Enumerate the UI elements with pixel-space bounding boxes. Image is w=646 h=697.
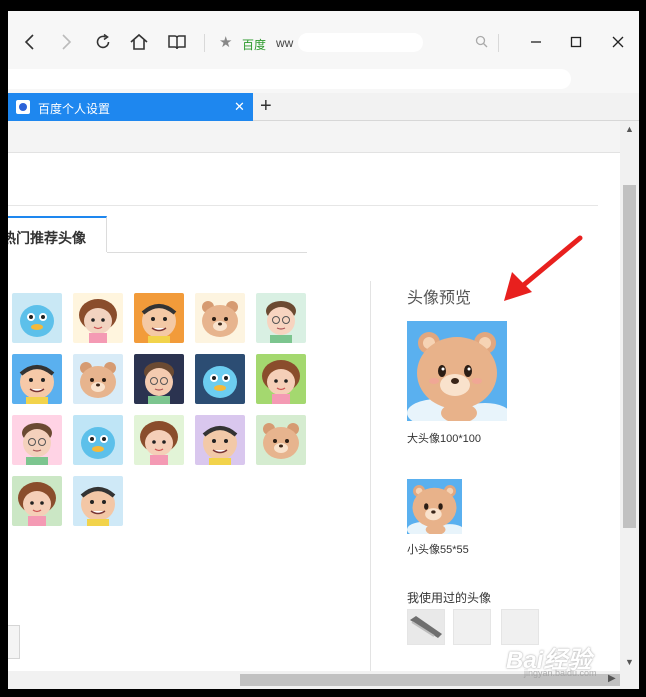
avatar-illustration <box>22 423 52 465</box>
vertical-divider <box>370 281 371 671</box>
forward-arrow-icon <box>62 34 72 50</box>
close-window-button[interactable] <box>608 32 628 52</box>
avatar-illustration <box>80 362 116 398</box>
reload-button[interactable] <box>92 31 114 53</box>
scroll-down-icon[interactable]: ▼ <box>625 657 634 667</box>
avatar-option[interactable] <box>134 354 184 404</box>
tab-baidu-settings[interactable]: 百度个人设置 ✕ <box>8 93 253 121</box>
avatar-option[interactable] <box>12 293 62 343</box>
small-avatar-caption: 小头像55*55 <box>407 544 469 556</box>
tab-underline <box>107 252 307 253</box>
page-header-band <box>8 121 620 153</box>
used-avatars-title: 我使用过的头像 <box>407 591 492 605</box>
tab-title: 百度个人设置 <box>38 102 111 116</box>
back-button[interactable] <box>19 31 41 53</box>
address-input[interactable]: ww <box>276 36 293 50</box>
avatar-illustration <box>80 487 116 526</box>
page-content: 热门推荐头像 头像预览 大头像100*100 小头像55*55 我使用过的头像 <box>8 121 620 671</box>
watermark-url: jingyan.baidu.com <box>524 668 597 678</box>
book-icon <box>168 35 186 50</box>
avatar-option[interactable] <box>73 293 123 343</box>
reading-mode-button[interactable] <box>166 31 188 53</box>
avatar-illustration <box>203 366 237 398</box>
home-button[interactable] <box>128 31 150 53</box>
maximize-icon <box>570 36 582 48</box>
avatar-illustration <box>140 421 178 465</box>
avatar-illustration <box>263 423 299 459</box>
minimize-button[interactable] <box>526 32 546 52</box>
avatar-illustration <box>81 427 115 459</box>
prev-page-button[interactable] <box>8 625 20 659</box>
bookmarks-bar <box>8 67 639 93</box>
tab-hot-avatars[interactable]: 热门推荐头像 <box>8 216 107 252</box>
hot-tab-label: 热门推荐头像 <box>8 230 86 246</box>
tab-close-icon[interactable]: ✕ <box>234 99 245 115</box>
avatar-illustration <box>18 482 56 526</box>
avatar-option[interactable] <box>195 415 245 465</box>
favorite-star-icon[interactable]: ★ <box>219 33 232 51</box>
used-avatar-slot[interactable] <box>453 609 491 645</box>
avatar-option[interactable] <box>256 354 306 404</box>
avatar-option[interactable] <box>256 415 306 465</box>
avatar-illustration <box>202 301 238 337</box>
search-icon[interactable] <box>475 35 488 53</box>
toolbar-separator <box>498 34 499 52</box>
avatar-illustration <box>202 426 238 465</box>
browser-window: ★ 百度 ww 百度个人设置 ✕ + 热门推荐头像 头像预览 大头像100*10… <box>8 11 639 689</box>
tab-strip: 百度个人设置 ✕ + <box>8 93 639 121</box>
avatar-option[interactable] <box>73 354 123 404</box>
vertical-scrollbar[interactable]: ▲ ▼ <box>620 121 639 671</box>
avatar-option[interactable] <box>195 354 245 404</box>
avatar-preview-large <box>407 321 507 421</box>
address-field-blur <box>298 33 423 52</box>
home-icon <box>130 33 148 50</box>
divider <box>8 205 598 206</box>
large-avatar-caption: 大头像100*100 <box>407 433 481 445</box>
avatar-illustration <box>20 305 54 337</box>
avatar-illustration <box>141 304 177 343</box>
toolbar-separator <box>204 34 205 52</box>
vertical-scroll-thumb[interactable] <box>623 185 636 528</box>
avatar-preview-small <box>407 479 462 534</box>
avatar-option[interactable] <box>73 415 123 465</box>
used-avatar-slot[interactable] <box>407 609 445 645</box>
forward-button[interactable] <box>55 31 77 53</box>
scroll-up-icon[interactable]: ▲ <box>625 124 634 134</box>
avatar-illustration <box>266 301 296 343</box>
avatar-illustration <box>262 360 300 404</box>
reload-icon <box>96 33 110 49</box>
maximize-button[interactable] <box>566 32 586 52</box>
avatar-illustration <box>79 299 117 343</box>
avatar-option[interactable] <box>12 476 62 526</box>
browser-toolbar: ★ 百度 ww <box>8 11 639 67</box>
avatar-option[interactable] <box>12 415 62 465</box>
avatar-option[interactable] <box>12 354 62 404</box>
avatar-illustration <box>144 362 174 404</box>
avatar-option[interactable] <box>256 293 306 343</box>
avatar-option[interactable] <box>134 293 184 343</box>
baidu-jingyan-watermark: Bai经验 jingyan.baidu.com <box>498 634 616 682</box>
minimize-icon <box>531 41 541 43</box>
bookmarks-bar-blur <box>8 69 571 89</box>
avatar-illustration <box>19 365 55 404</box>
avatar-option[interactable] <box>73 476 123 526</box>
preview-title: 头像预览 <box>407 290 472 307</box>
new-tab-button[interactable]: + <box>260 95 272 118</box>
baidu-paw-icon <box>16 100 30 114</box>
back-arrow-icon <box>24 34 34 50</box>
avatar-option[interactable] <box>195 293 245 343</box>
site-label: 百度 <box>242 38 267 52</box>
close-icon <box>612 36 624 48</box>
avatar-option[interactable] <box>134 415 184 465</box>
red-arrow-annotation <box>504 235 583 301</box>
